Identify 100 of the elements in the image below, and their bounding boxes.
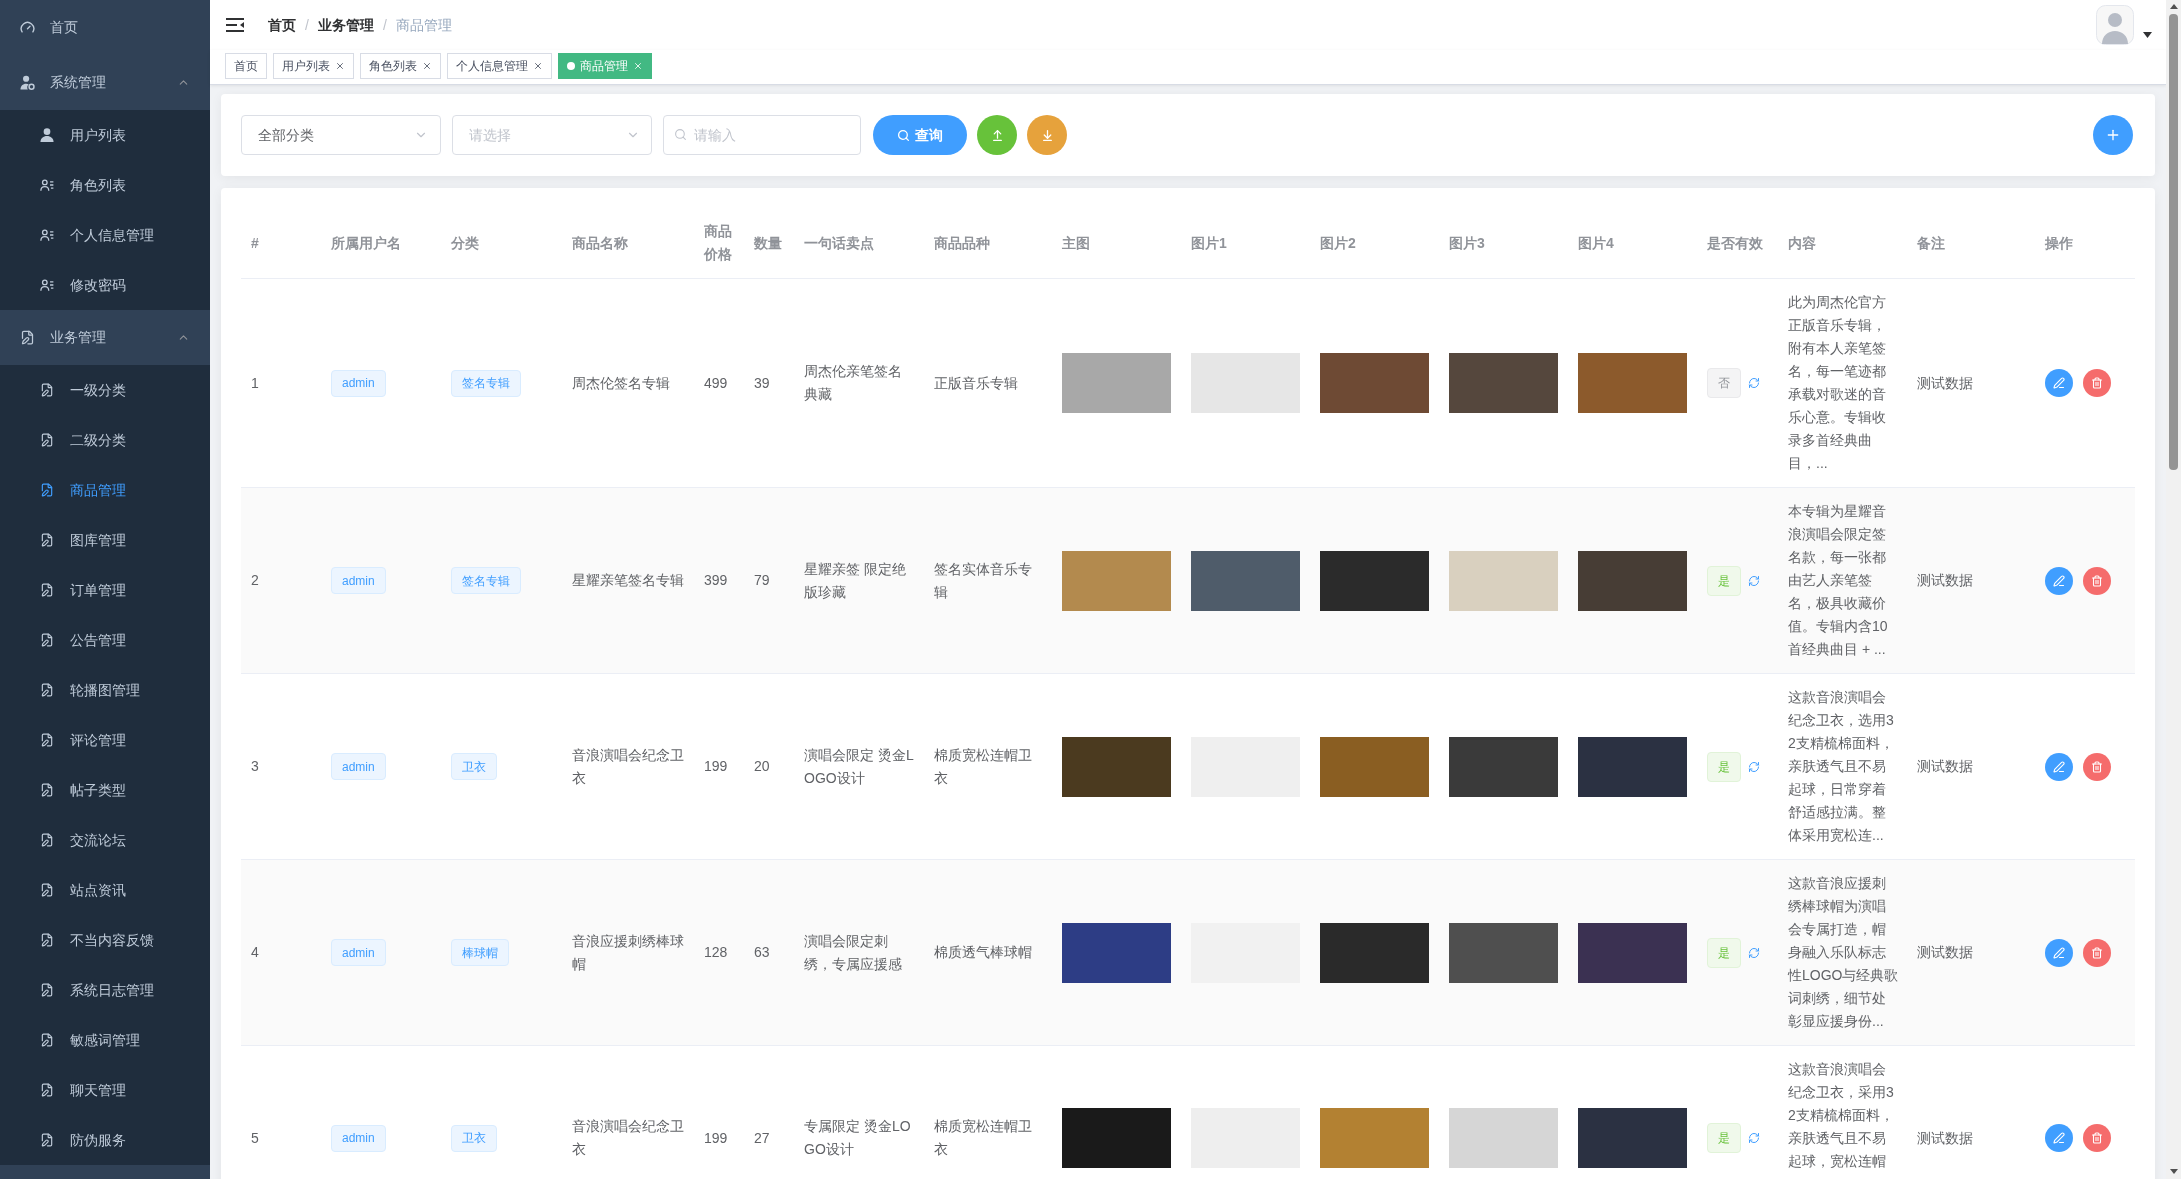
user-icon [40,128,54,142]
page-tab[interactable]: 用户列表 [273,53,354,79]
close-icon[interactable] [533,61,543,71]
search-field[interactable]: 请输入 [663,115,861,155]
menu-group[interactable]: 系统管理 [0,55,210,110]
page-tab[interactable]: 首页 [225,53,267,79]
edit-button[interactable] [2045,752,2073,781]
refresh-icon[interactable] [1748,946,1760,959]
description-text: 这款音浪演唱会纪念卫衣，采用32支精梳棉面料，亲肤透气且不易起球，宽松连帽 [1788,1060,1895,1171]
edit-button[interactable] [2045,369,2073,397]
remark-text: 测试数据 [1917,373,1973,393]
add-button[interactable] [2093,115,2133,155]
edit-button[interactable] [2045,938,2073,967]
delete-button[interactable] [2083,752,2111,781]
status-tag: 是 [1707,751,1741,782]
subcategory-select[interactable]: 请选择 [452,115,652,155]
category-tag: 签名专辑 [451,369,521,397]
edit-button[interactable] [2045,566,2073,595]
menu-item[interactable]: 个人信息管理 [0,210,210,260]
column-header: 图片1 [1191,233,1227,253]
scrollbar-thumb[interactable] [2169,14,2178,470]
row-number: 3 [251,757,259,776]
product-name: 音浪应援刺绣棒球帽 [572,931,684,974]
menu-item[interactable]: 图库管理 [0,515,210,565]
breadcrumb-separator: / [382,15,387,35]
page-tab[interactable]: 个人信息管理 [447,53,552,79]
menu-item[interactable]: 修改密码 [0,260,210,310]
column-header: 备注 [1917,233,1945,253]
menu-item[interactable]: 商品管理 [0,465,210,515]
menu-item[interactable]: 帖子类型 [0,765,210,815]
menu-item[interactable]: 二级分类 [0,415,210,465]
refresh-icon[interactable] [1748,760,1760,773]
edit-button[interactable] [2045,1124,2073,1152]
trash-icon [2091,946,2103,959]
product-name: 周杰伦签名专辑 [572,373,670,393]
menu-item[interactable]: 角色列表 [0,160,210,210]
product-variety: 正版音乐专辑 [934,373,1018,393]
user-list-icon [40,228,54,242]
download-icon [1040,128,1054,142]
user-tag: admin [331,369,386,397]
menu-item[interactable]: 系统日志管理 [0,965,210,1015]
menu-item[interactable]: 交流论坛 [0,815,210,865]
column-header: # [251,233,259,253]
quantity: 27 [754,1128,770,1148]
menu-item[interactable]: 订单管理 [0,565,210,615]
delete-button[interactable] [2083,369,2111,397]
close-icon[interactable] [422,61,432,71]
refresh-icon[interactable] [1748,1132,1760,1144]
caret-down-icon[interactable] [2143,32,2152,38]
delete-button[interactable] [2083,1124,2111,1152]
price: 128 [704,943,728,962]
menu-item[interactable]: 公告管理 [0,615,210,665]
menu-item[interactable]: 评论管理 [0,715,210,765]
document-pen-icon [40,983,54,997]
row-number: 2 [251,571,259,590]
menu-item[interactable]: 站点资讯 [0,865,210,915]
user-list-icon [40,278,54,292]
caret-up-icon[interactable] [2169,4,2178,9]
refresh-icon[interactable] [1748,574,1760,587]
breadcrumb-link[interactable]: 首页 [268,14,296,36]
caret-down-icon[interactable] [2169,1169,2178,1174]
refresh-icon[interactable] [1748,377,1760,389]
menu-item[interactable]: 轮播图管理 [0,665,210,715]
close-icon[interactable] [335,61,345,71]
description-text: 本专辑为星耀音浪演唱会限定签名款，每一张都由艺人亲笔签名，极具收藏价值。专辑内含10首经典曲目 + ... [1788,502,1889,659]
menu-icon[interactable] [225,17,245,33]
menu-item[interactable]: 首页 [0,0,210,55]
user-badge-icon [20,75,35,90]
column-header: 图片2 [1320,233,1356,253]
selling-point: 周杰伦亲笔签名典藏 [804,362,903,404]
menu-item[interactable]: 聊天管理 [0,1065,210,1115]
pen-icon [2053,946,2065,959]
document-pen-icon [40,733,54,747]
pen-icon [2053,377,2065,389]
delete-button[interactable] [2083,938,2111,967]
download-button[interactable] [1027,115,1067,155]
row-number: 1 [251,373,259,393]
delete-button[interactable] [2083,566,2111,595]
column-header: 操作 [2045,233,2073,253]
close-icon[interactable] [633,61,643,71]
menu-item[interactable]: 敏感词管理 [0,1015,210,1065]
row-number: 4 [251,943,259,962]
menu-item[interactable]: 防伪服务 [0,1115,210,1165]
breadcrumb-current: 商品管理 [395,15,452,35]
upload-button[interactable] [977,115,1017,155]
column-header: 图片3 [1449,233,1485,253]
menu-group[interactable]: 业务管理 [0,310,210,365]
avatar-icon[interactable] [2096,5,2134,45]
menu-item[interactable]: 一级分类 [0,365,210,415]
upload-icon [990,128,1004,142]
document-pen-icon [40,483,54,497]
column-header: 内容 [1788,233,1816,253]
category-select[interactable]: 全部分类 [241,115,441,155]
page-tab[interactable]: 角色列表 [360,53,441,79]
scrollbar[interactable] [2166,0,2181,1179]
document-pen-icon [40,533,54,547]
breadcrumb-link[interactable]: 业务管理 [317,14,374,36]
document-pen-icon [20,330,35,345]
menu-item[interactable]: 用户列表 [0,110,210,160]
menu-item[interactable]: 不当内容反馈 [0,915,210,965]
